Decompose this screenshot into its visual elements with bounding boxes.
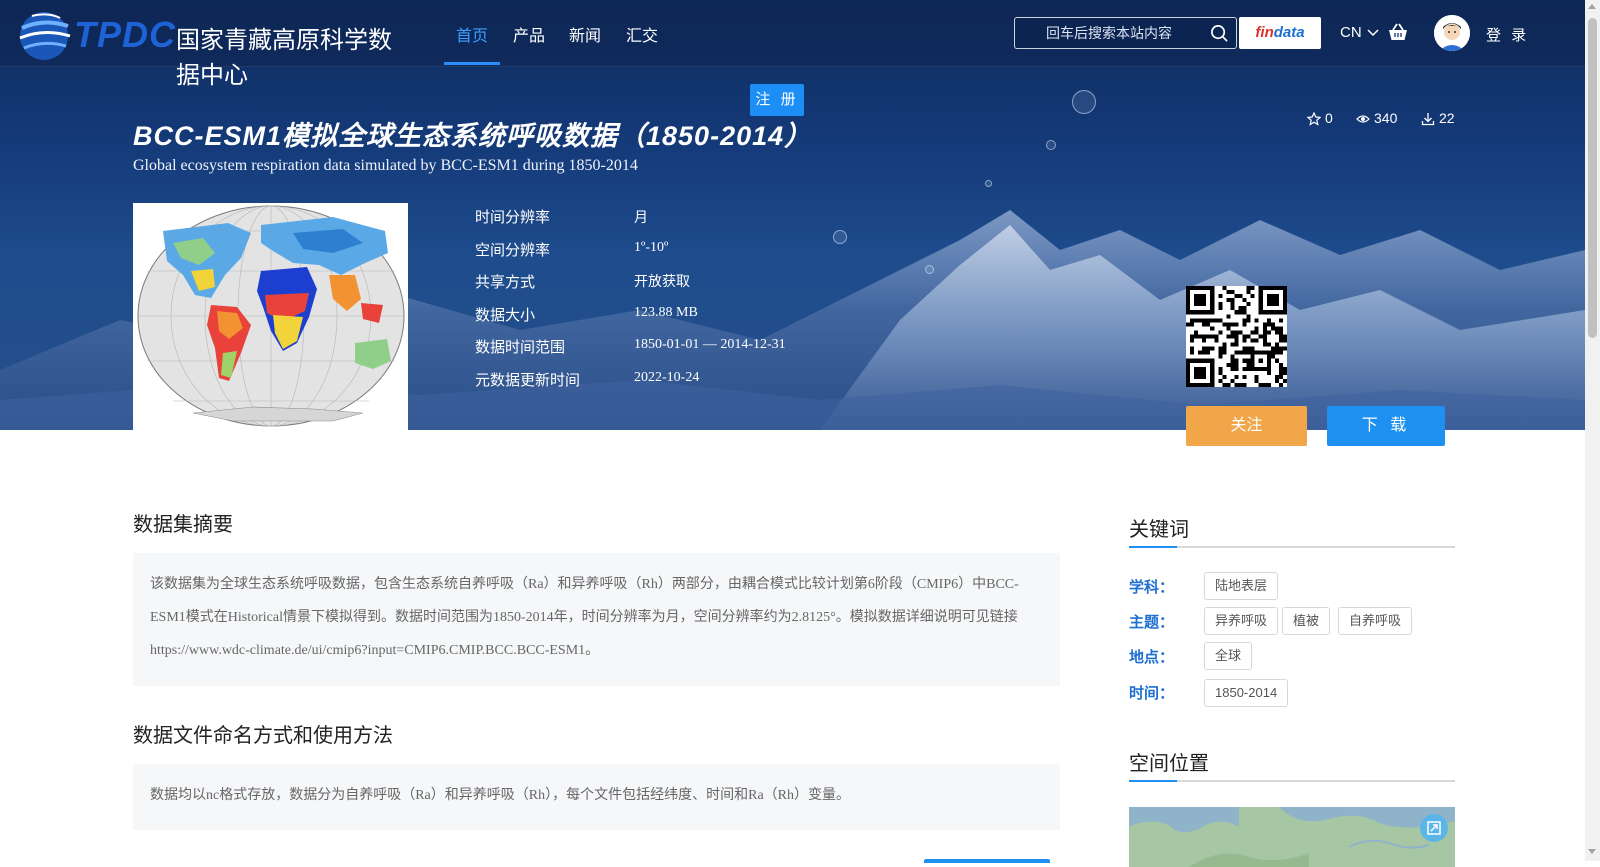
- stat-views-count: 340: [1374, 110, 1398, 126]
- keyword-label-theme: 主题：: [1129, 614, 1175, 631]
- nav-item-home[interactable]: 首页: [456, 22, 488, 46]
- login-link[interactable]: 登 录: [1486, 24, 1529, 45]
- meta-label-time-range: 数据时间范围: [475, 339, 566, 356]
- map-fullscreen-button[interactable]: [1420, 814, 1448, 842]
- qr-code-image: [1186, 286, 1287, 387]
- keywords-heading: 关键词: [1129, 519, 1189, 541]
- location-divider-accent: [1129, 780, 1177, 782]
- language-switcher[interactable]: CN: [1340, 24, 1379, 41]
- dataset-subtitle: Global ecosystem respiration data simula…: [133, 157, 638, 174]
- download-button[interactable]: 下 载: [1327, 406, 1445, 446]
- decor-bubble: [925, 265, 934, 274]
- findata-text-suffix: data: [1273, 24, 1305, 41]
- search-input[interactable]: [1015, 18, 1205, 48]
- partial-button[interactable]: [924, 859, 1050, 863]
- spatial-location-map[interactable]: [1129, 807, 1455, 867]
- decor-bubble: [985, 180, 992, 187]
- stat-downloads-count: 22: [1439, 110, 1455, 126]
- naming-heading: 数据文件命名方式和使用方法: [133, 725, 393, 747]
- meta-value-sharing: 开放获取: [634, 275, 690, 290]
- location-divider: [1129, 780, 1455, 782]
- download-icon: [1421, 113, 1435, 126]
- meta-label-data-size: 数据大小: [475, 307, 536, 324]
- stat-stars[interactable]: 0: [1307, 110, 1333, 127]
- nav-active-indicator: [444, 62, 500, 65]
- scroll-down-arrow[interactable]: [1588, 849, 1596, 854]
- naming-text: 数据均以nc格式存放，数据分为自养呼吸（Ra）和异养呼吸（Rh），每个文件包括经…: [150, 788, 850, 803]
- nav-item-news[interactable]: 新闻: [569, 22, 601, 46]
- follow-button[interactable]: 关注: [1186, 406, 1307, 446]
- top-navbar: TPDC 国家青藏高原科学数据中心 首页 产品 新闻 汇交 findata CN: [0, 0, 1585, 89]
- register-button[interactable]: 注 册: [750, 84, 804, 116]
- meta-value-data-size: 123.88 MB: [634, 305, 698, 320]
- user-avatar-icon: [1434, 15, 1470, 51]
- keyword-label-discipline: 学科：: [1129, 579, 1175, 596]
- globe-logo-icon: [19, 12, 71, 60]
- site-logo[interactable]: TPDC 国家青藏高原科学数据中心: [14, 4, 414, 89]
- qr-code: [1186, 286, 1287, 387]
- keywords-divider-accent: [1129, 546, 1177, 548]
- keyword-tag[interactable]: 自养呼吸: [1338, 607, 1413, 635]
- keyword-tag[interactable]: 异养呼吸: [1204, 607, 1279, 635]
- keyword-label-location: 地点：: [1129, 649, 1175, 666]
- chevron-down-icon: [1367, 29, 1379, 37]
- meta-label-metadata-updated: 元数据更新时间: [475, 372, 581, 389]
- dataset-title: BCC-ESM1模拟全球生态系统呼吸数据（1850-2014）: [133, 121, 813, 151]
- page-scrollbar[interactable]: [1585, 0, 1600, 861]
- decor-bubble: [833, 230, 847, 244]
- decor-bubble: [1046, 140, 1056, 150]
- scroll-up-arrow[interactable]: [1588, 4, 1596, 9]
- findata-text-prefix: fin: [1255, 24, 1274, 41]
- meta-value-temporal-resolution: 月: [634, 211, 648, 226]
- nav-item-products[interactable]: 产品: [513, 22, 545, 46]
- stat-views: 340: [1356, 110, 1397, 126]
- keyword-tag[interactable]: 陆地表层: [1204, 572, 1279, 600]
- abstract-text: 该数据集为全球生态系统呼吸数据，包含生态系统自养呼吸（Ra）和异养呼吸（Rh）两…: [150, 577, 1019, 658]
- world-map-image: [137, 205, 405, 427]
- keyword-tag[interactable]: 植被: [1282, 607, 1331, 635]
- shopping-basket-icon[interactable]: [1387, 22, 1409, 42]
- naming-box: 数据均以nc格式存放，数据分为自养呼吸（Ra）和异养呼吸（Rh），每个文件包括经…: [133, 764, 1060, 830]
- language-label: CN: [1340, 24, 1362, 41]
- stat-downloads: 22: [1421, 110, 1455, 126]
- keyword-tag[interactable]: 1850-2014: [1204, 679, 1289, 707]
- meta-value-time-range: 1850-01-01 — 2014-12-31: [634, 337, 786, 352]
- keyword-label-time: 时间：: [1129, 685, 1175, 702]
- decor-bubble: [1072, 90, 1096, 114]
- eye-icon: [1356, 115, 1370, 123]
- abstract-box: 该数据集为全球生态系统呼吸数据，包含生态系统自养呼吸（Ra）和异养呼吸（Rh）两…: [133, 553, 1060, 686]
- logo-site-name: 国家青藏高原科学数据中心: [176, 27, 392, 89]
- star-icon: [1307, 112, 1321, 127]
- findata-link[interactable]: findata: [1239, 17, 1321, 49]
- meta-label-sharing: 共享方式: [475, 274, 536, 291]
- location-heading: 空间位置: [1129, 753, 1209, 775]
- scroll-thumb[interactable]: [1588, 18, 1597, 338]
- site-search: [1014, 17, 1237, 49]
- keywords-divider: [1129, 546, 1455, 548]
- meta-label-temporal-resolution: 时间分辨率: [475, 209, 551, 226]
- nav-item-submit[interactable]: 汇交: [626, 22, 658, 46]
- meta-value-metadata-updated: 2022-10-24: [634, 370, 700, 385]
- expand-icon: [1427, 821, 1441, 835]
- meta-value-spatial-resolution: 1º-10º: [634, 240, 669, 255]
- meta-label-spatial-resolution: 空间分辨率: [475, 242, 551, 259]
- map-terrain: [1129, 807, 1455, 867]
- keyword-tag[interactable]: 全球: [1204, 642, 1253, 670]
- abstract-heading: 数据集摘要: [133, 514, 233, 536]
- user-avatar[interactable]: [1434, 15, 1470, 51]
- stat-stars-count: 0: [1325, 110, 1333, 126]
- dataset-thumbnail[interactable]: [133, 203, 408, 430]
- logo-abbreviation: TPDC: [74, 14, 176, 55]
- search-icon[interactable]: [1210, 24, 1229, 43]
